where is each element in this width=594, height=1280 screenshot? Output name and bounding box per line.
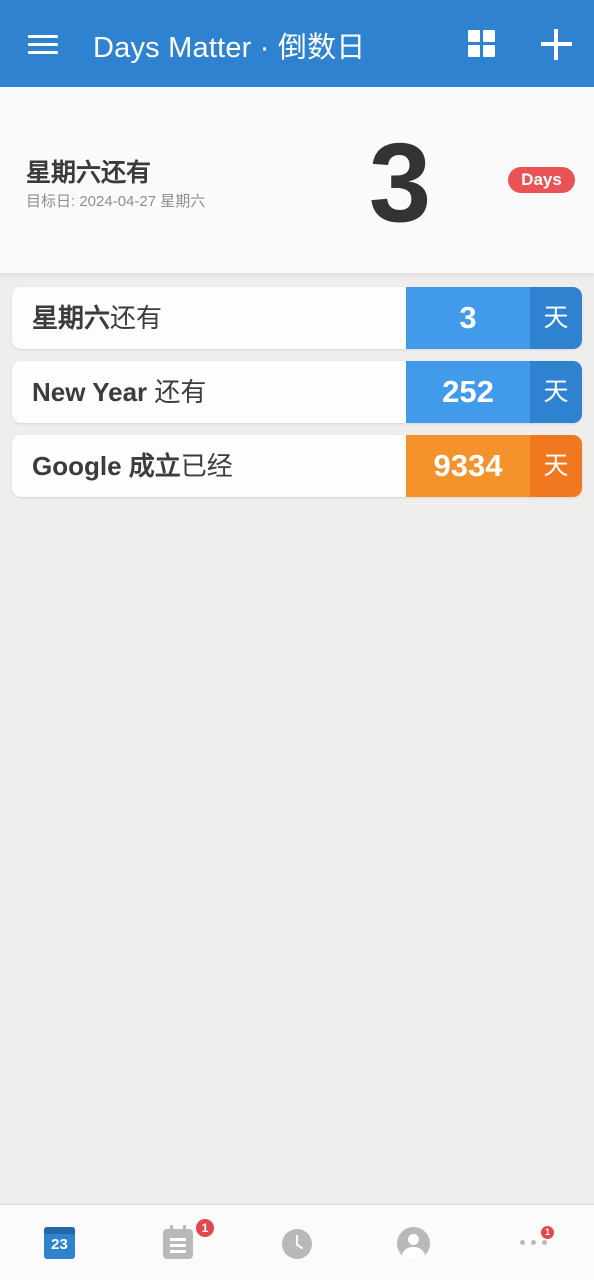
days-badge: Days — [508, 167, 575, 193]
tab-list[interactable]: 1 — [119, 1205, 237, 1280]
tab-days[interactable]: 23 — [0, 1205, 118, 1280]
notification-badge: 1 — [541, 1226, 554, 1239]
event-unit: 天 — [530, 287, 582, 349]
app-bar: Days Matter · 倒数日 — [0, 0, 594, 87]
bottom-navigation: 23 1 1 — [0, 1204, 594, 1280]
calendar-icon: 23 — [44, 1227, 75, 1259]
tab-clock[interactable] — [238, 1205, 356, 1280]
event-name: Google 成立已经 — [32, 451, 233, 481]
more-icon — [520, 1240, 550, 1246]
event-name: 星期六还有 — [32, 303, 163, 333]
event-count: 3 — [406, 287, 530, 349]
clock-icon — [282, 1229, 312, 1259]
list-icon — [163, 1225, 193, 1259]
app-title: Days Matter · 倒数日 — [93, 32, 366, 64]
event-count: 9334 — [406, 435, 530, 497]
event-unit: 天 — [530, 361, 582, 423]
profile-icon — [397, 1227, 430, 1260]
tab-more[interactable]: 1 — [474, 1205, 592, 1280]
featured-event-card[interactable]: 星期六还有 目标日: 2024-04-27 星期六 3 Days — [0, 87, 594, 273]
featured-event-title: 星期六还有 — [26, 159, 152, 187]
event-list: 星期六还有 3 天 New Year 还有 252 天 Google 成立已经 … — [12, 287, 582, 509]
event-name: New Year 还有 — [32, 377, 207, 407]
add-event-button[interactable] — [532, 20, 580, 68]
event-row[interactable]: Google 成立已经 9334 天 — [12, 435, 582, 497]
grid-view-icon[interactable] — [460, 22, 504, 66]
tab-profile[interactable] — [356, 1205, 474, 1280]
hamburger-menu-icon[interactable] — [22, 25, 64, 63]
event-row[interactable]: 星期六还有 3 天 — [12, 287, 582, 349]
event-count: 252 — [406, 361, 530, 423]
notification-badge: 1 — [196, 1219, 214, 1237]
event-unit: 天 — [530, 435, 582, 497]
featured-event-count: 3 — [368, 120, 432, 245]
event-row[interactable]: New Year 还有 252 天 — [12, 361, 582, 423]
featured-event-target-date: 目标日: 2024-04-27 星期六 — [26, 193, 206, 210]
